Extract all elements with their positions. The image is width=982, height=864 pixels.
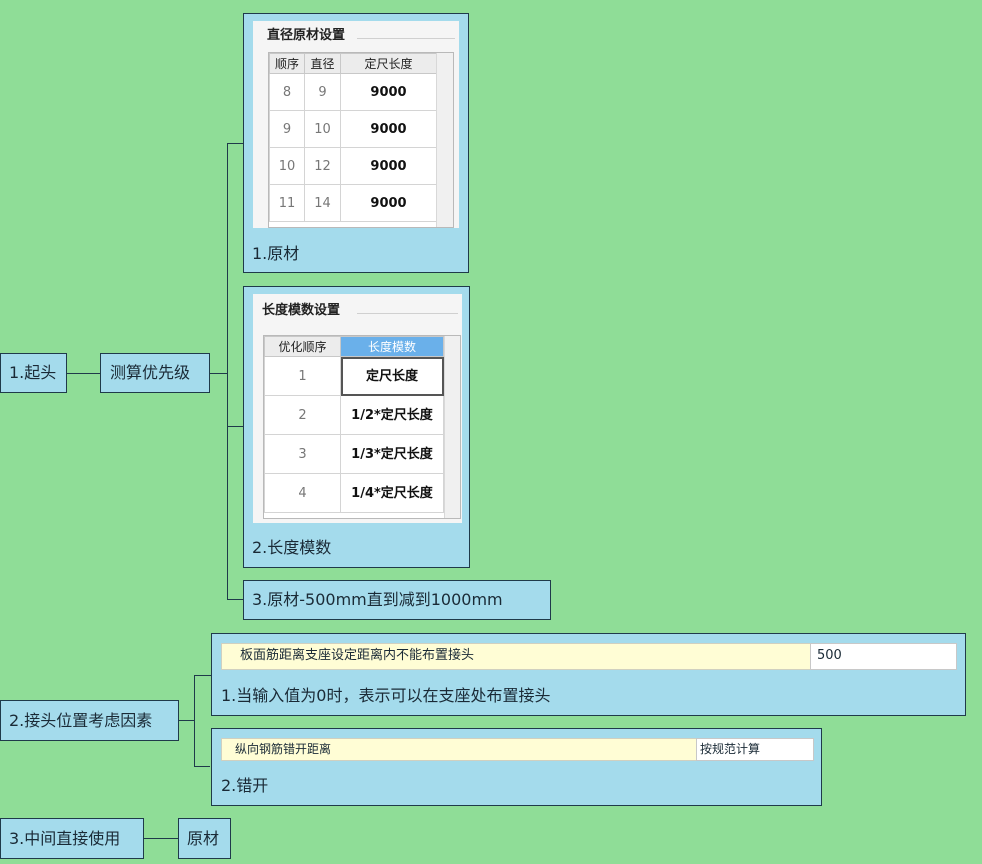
table-cell[interactable]: 14 [304, 184, 341, 222]
connector-line [194, 675, 195, 767]
connector-line [194, 675, 211, 676]
connector-line [143, 838, 178, 839]
column-header-selected[interactable]: 长度模数 [340, 336, 444, 357]
table-row[interactable]: 9 10 9000 [269, 110, 437, 148]
table-cell[interactable]: 8 [269, 73, 305, 111]
node-label: 2.长度模数 [252, 538, 332, 557]
form-label: 板面筋距离支座设定距离内不能布置接头 [240, 648, 475, 663]
table-row[interactable]: 10 12 9000 [269, 147, 437, 185]
input-value: 按规范计算 [700, 742, 761, 756]
column-header[interactable]: 定尺长度 [340, 53, 437, 74]
table-cell[interactable]: 9000 [340, 110, 437, 148]
root-node-direct-use[interactable]: 3.中间直接使用 [0, 818, 144, 859]
root-node-joint-factors[interactable]: 2.接头位置考虑因素 [0, 700, 179, 741]
panel-title: 直径原材设置 [267, 28, 346, 43]
divider [357, 313, 458, 314]
node-length-modulus[interactable]: 长度模数设置 优化顺序 长度模数 1 定尺长度 2 1/2*定尺长度 3 1/3… [243, 286, 470, 568]
column-header[interactable]: 顺序 [269, 53, 305, 74]
table-row[interactable]: 4 1/4*定尺长度 [264, 473, 444, 513]
vertical-scrollbar[interactable] [436, 53, 453, 227]
node-label: 1.起头 [9, 363, 57, 382]
node-label: 3.原材-500mm直到减到1000mm [252, 590, 503, 609]
node-priority[interactable]: 测算优先级 [100, 353, 210, 393]
node-label: 1.原材 [252, 244, 300, 263]
connector-line [194, 766, 210, 767]
table-cell[interactable]: 4 [264, 473, 341, 513]
form-label: 纵向钢筋错开距离 [235, 742, 332, 756]
table-cell[interactable]: 2 [264, 395, 341, 435]
table-row[interactable]: 3 1/3*定尺长度 [264, 434, 444, 474]
node-label: 原材 [187, 829, 220, 848]
support-distance-label: 板面筋距离支座设定距离内不能布置接头 [221, 643, 811, 670]
column-header[interactable]: 优化顺序 [264, 336, 341, 357]
divider [357, 38, 455, 39]
connector-line [179, 720, 195, 721]
table-row[interactable]: 11 14 9000 [269, 184, 437, 222]
column-header[interactable]: 直径 [304, 53, 341, 74]
table-cell[interactable]: 11 [269, 184, 305, 222]
root-node-start[interactable]: 1.起头 [0, 353, 67, 393]
node-raw-material[interactable]: 直径原材设置 顺序 直径 定尺长度 8 9 9000 9 10 9000 10 … [243, 13, 469, 273]
table-cell[interactable]: 1 [264, 356, 341, 396]
connector-line [227, 143, 228, 599]
table-cell[interactable]: 10 [304, 110, 341, 148]
table-cell[interactable]: 10 [269, 147, 305, 185]
table-cell[interactable]: 9000 [340, 73, 437, 111]
table-row[interactable]: 1 定尺长度 [264, 356, 444, 396]
support-distance-input[interactable]: 500 [810, 643, 957, 670]
node-label: 测算优先级 [110, 363, 191, 382]
table-cell[interactable]: 1/3*定尺长度 [340, 434, 444, 474]
input-value: 500 [817, 648, 842, 663]
modulus-grid[interactable]: 优化顺序 长度模数 1 定尺长度 2 1/2*定尺长度 3 1/3*定尺长度 4… [263, 335, 461, 519]
table-cell[interactable]: 9000 [340, 147, 437, 185]
table-cell[interactable]: 9 [304, 73, 341, 111]
table-row[interactable]: 2 1/2*定尺长度 [264, 395, 444, 435]
table-row[interactable]: 8 9 9000 [269, 73, 437, 111]
node-label: 2.接头位置考虑因素 [9, 711, 153, 730]
connector-line [66, 373, 100, 374]
table-cell[interactable]: 1/4*定尺长度 [340, 473, 444, 513]
node-label: 3.中间直接使用 [9, 829, 121, 848]
table-cell[interactable]: 9 [269, 110, 305, 148]
connector-line [227, 599, 243, 600]
connector-line [209, 373, 228, 374]
node-reduce-rule[interactable]: 3.原材-500mm直到减到1000mm [243, 580, 551, 620]
stagger-distance-label: 纵向钢筋错开距离 [221, 738, 697, 761]
node-label: 2.错开 [221, 776, 269, 795]
node-raw-material-2[interactable]: 原材 [178, 818, 231, 859]
table-cell[interactable]: 1/2*定尺长度 [340, 395, 444, 435]
diameter-grid[interactable]: 顺序 直径 定尺长度 8 9 9000 9 10 9000 10 12 9000… [268, 52, 454, 228]
stagger-distance-input[interactable]: 按规范计算 [696, 738, 814, 761]
table-cell[interactable]: 9000 [340, 184, 437, 222]
modulus-settings-panel: 长度模数设置 优化顺序 长度模数 1 定尺长度 2 1/2*定尺长度 3 1/3… [253, 294, 462, 523]
selected-cell[interactable]: 定尺长度 [340, 356, 444, 396]
table-cell[interactable]: 3 [264, 434, 341, 474]
node-stagger[interactable]: 纵向钢筋错开距离 按规范计算 2.错开 [211, 728, 822, 806]
connector-line [227, 426, 243, 427]
node-label: 1.当输入值为0时，表示可以在支座处布置接头 [221, 686, 551, 705]
diameter-settings-panel: 直径原材设置 顺序 直径 定尺长度 8 9 9000 9 10 9000 10 … [253, 21, 459, 228]
vertical-scrollbar[interactable] [444, 336, 460, 518]
table-cell[interactable]: 12 [304, 147, 341, 185]
panel-title: 长度模数设置 [262, 303, 341, 318]
node-support-distance[interactable]: 板面筋距离支座设定距离内不能布置接头 500 1.当输入值为0时，表示可以在支座… [211, 633, 966, 716]
connector-line [227, 143, 244, 144]
